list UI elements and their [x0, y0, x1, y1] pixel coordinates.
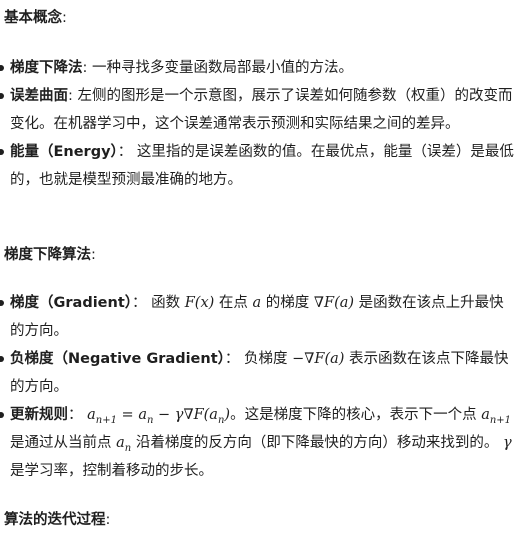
- list-item-error-surface: 误差曲面: 左侧的图形是一个示意图，展示了误差如何随参数（权重）的改变而变化。在…: [0, 82, 516, 138]
- item-text: 沿着梯度的反方向（即下降最快的方向）移动来找到的。: [135, 435, 499, 451]
- section-heading-iteration: 算法的迭代过程:: [4, 510, 110, 530]
- math-expression: −∇F(a): [292, 351, 345, 367]
- math-expression: a: [252, 295, 262, 311]
- section-colon: :: [105, 512, 111, 528]
- section-title: 基本概念: [4, 10, 62, 26]
- item-text: 在点: [218, 295, 248, 311]
- item-text: 一种寻找多变量函数局部最小值的方法。: [92, 60, 353, 76]
- section-heading-basic: 基本概念:: [4, 8, 67, 28]
- item-text: 是学习率，控制着移动的步长。: [10, 463, 213, 479]
- list-item-energy: 能量（Energy）： 这里指的是误差函数的值。在最优点，能量（误差）是最低的，…: [0, 138, 516, 194]
- bullet-icon: [0, 65, 4, 71]
- item-term: 能量（Energy）: [10, 144, 118, 160]
- section-colon: :: [62, 10, 67, 26]
- item-separator: ：: [68, 407, 83, 423]
- document: 基本概念: 梯度下降法: 一种寻找多变量函数局部最小值的方法。 误差曲面: 左侧…: [0, 0, 522, 544]
- bullet-icon: [0, 93, 4, 99]
- item-separator: :: [68, 88, 73, 104]
- math-expression: an+1 = an − γ∇F(an): [87, 407, 231, 426]
- list-item-negative-gradient: 负梯度（Negative Gradient）： 负梯度 −∇F(a) 表示函数在…: [0, 345, 516, 401]
- section-title: 算法的迭代过程: [4, 512, 106, 528]
- list-item-gradient: 梯度（Gradient）： 函数 F(x) 在点 a 的梯度 ∇F(a) 是函数…: [0, 289, 516, 345]
- item-term: 梯度下降法: [10, 60, 83, 76]
- item-term: 负梯度（Negative Gradient）: [10, 351, 225, 367]
- bullet-icon: [0, 412, 4, 418]
- math-expression: an: [116, 435, 132, 454]
- item-text: 。这是梯度下降的核心，表示下一个点: [230, 407, 477, 423]
- item-term: 更新规则: [10, 407, 68, 423]
- basic-concepts-list: 梯度下降法: 一种寻找多变量函数局部最小值的方法。 误差曲面: 左侧的图形是一个…: [0, 54, 516, 194]
- item-separator: ：: [224, 351, 240, 367]
- math-expression: ∇F(a): [313, 295, 355, 311]
- item-text: 是通过从当前点: [10, 435, 112, 451]
- item-term: 误差曲面: [10, 88, 68, 104]
- list-item-gradient-descent: 梯度下降法: 一种寻找多变量函数局部最小值的方法。: [0, 54, 516, 82]
- math-expression: γ: [502, 435, 512, 451]
- bullet-icon: [0, 149, 4, 155]
- section-title: 梯度下降算法: [4, 247, 91, 263]
- item-text: 左侧的图形是一个示意图，展示了误差如何随参数（权重）的改变而变化。在机器学习中，…: [10, 88, 513, 132]
- section-heading-algorithm: 梯度下降算法:: [4, 245, 96, 265]
- bullet-icon: [0, 356, 4, 362]
- section-colon: :: [91, 247, 96, 263]
- item-separator: ：: [132, 295, 147, 311]
- algorithm-list: 梯度（Gradient）： 函数 F(x) 在点 a 的梯度 ∇F(a) 是函数…: [0, 289, 516, 485]
- math-expression: an+1: [481, 407, 512, 426]
- item-text: 的梯度: [265, 295, 310, 311]
- item-separator: :: [82, 60, 88, 76]
- item-term: 梯度（Gradient）: [10, 295, 133, 311]
- item-text: 函数: [151, 295, 181, 311]
- item-separator: ：: [117, 144, 133, 160]
- item-text: 负梯度: [244, 351, 288, 367]
- bullet-icon: [0, 300, 4, 306]
- list-item-update-rule: 更新规则： an+1 = an − γ∇F(an)。这是梯度下降的核心，表示下一…: [0, 401, 516, 485]
- math-expression: F(x): [184, 295, 215, 311]
